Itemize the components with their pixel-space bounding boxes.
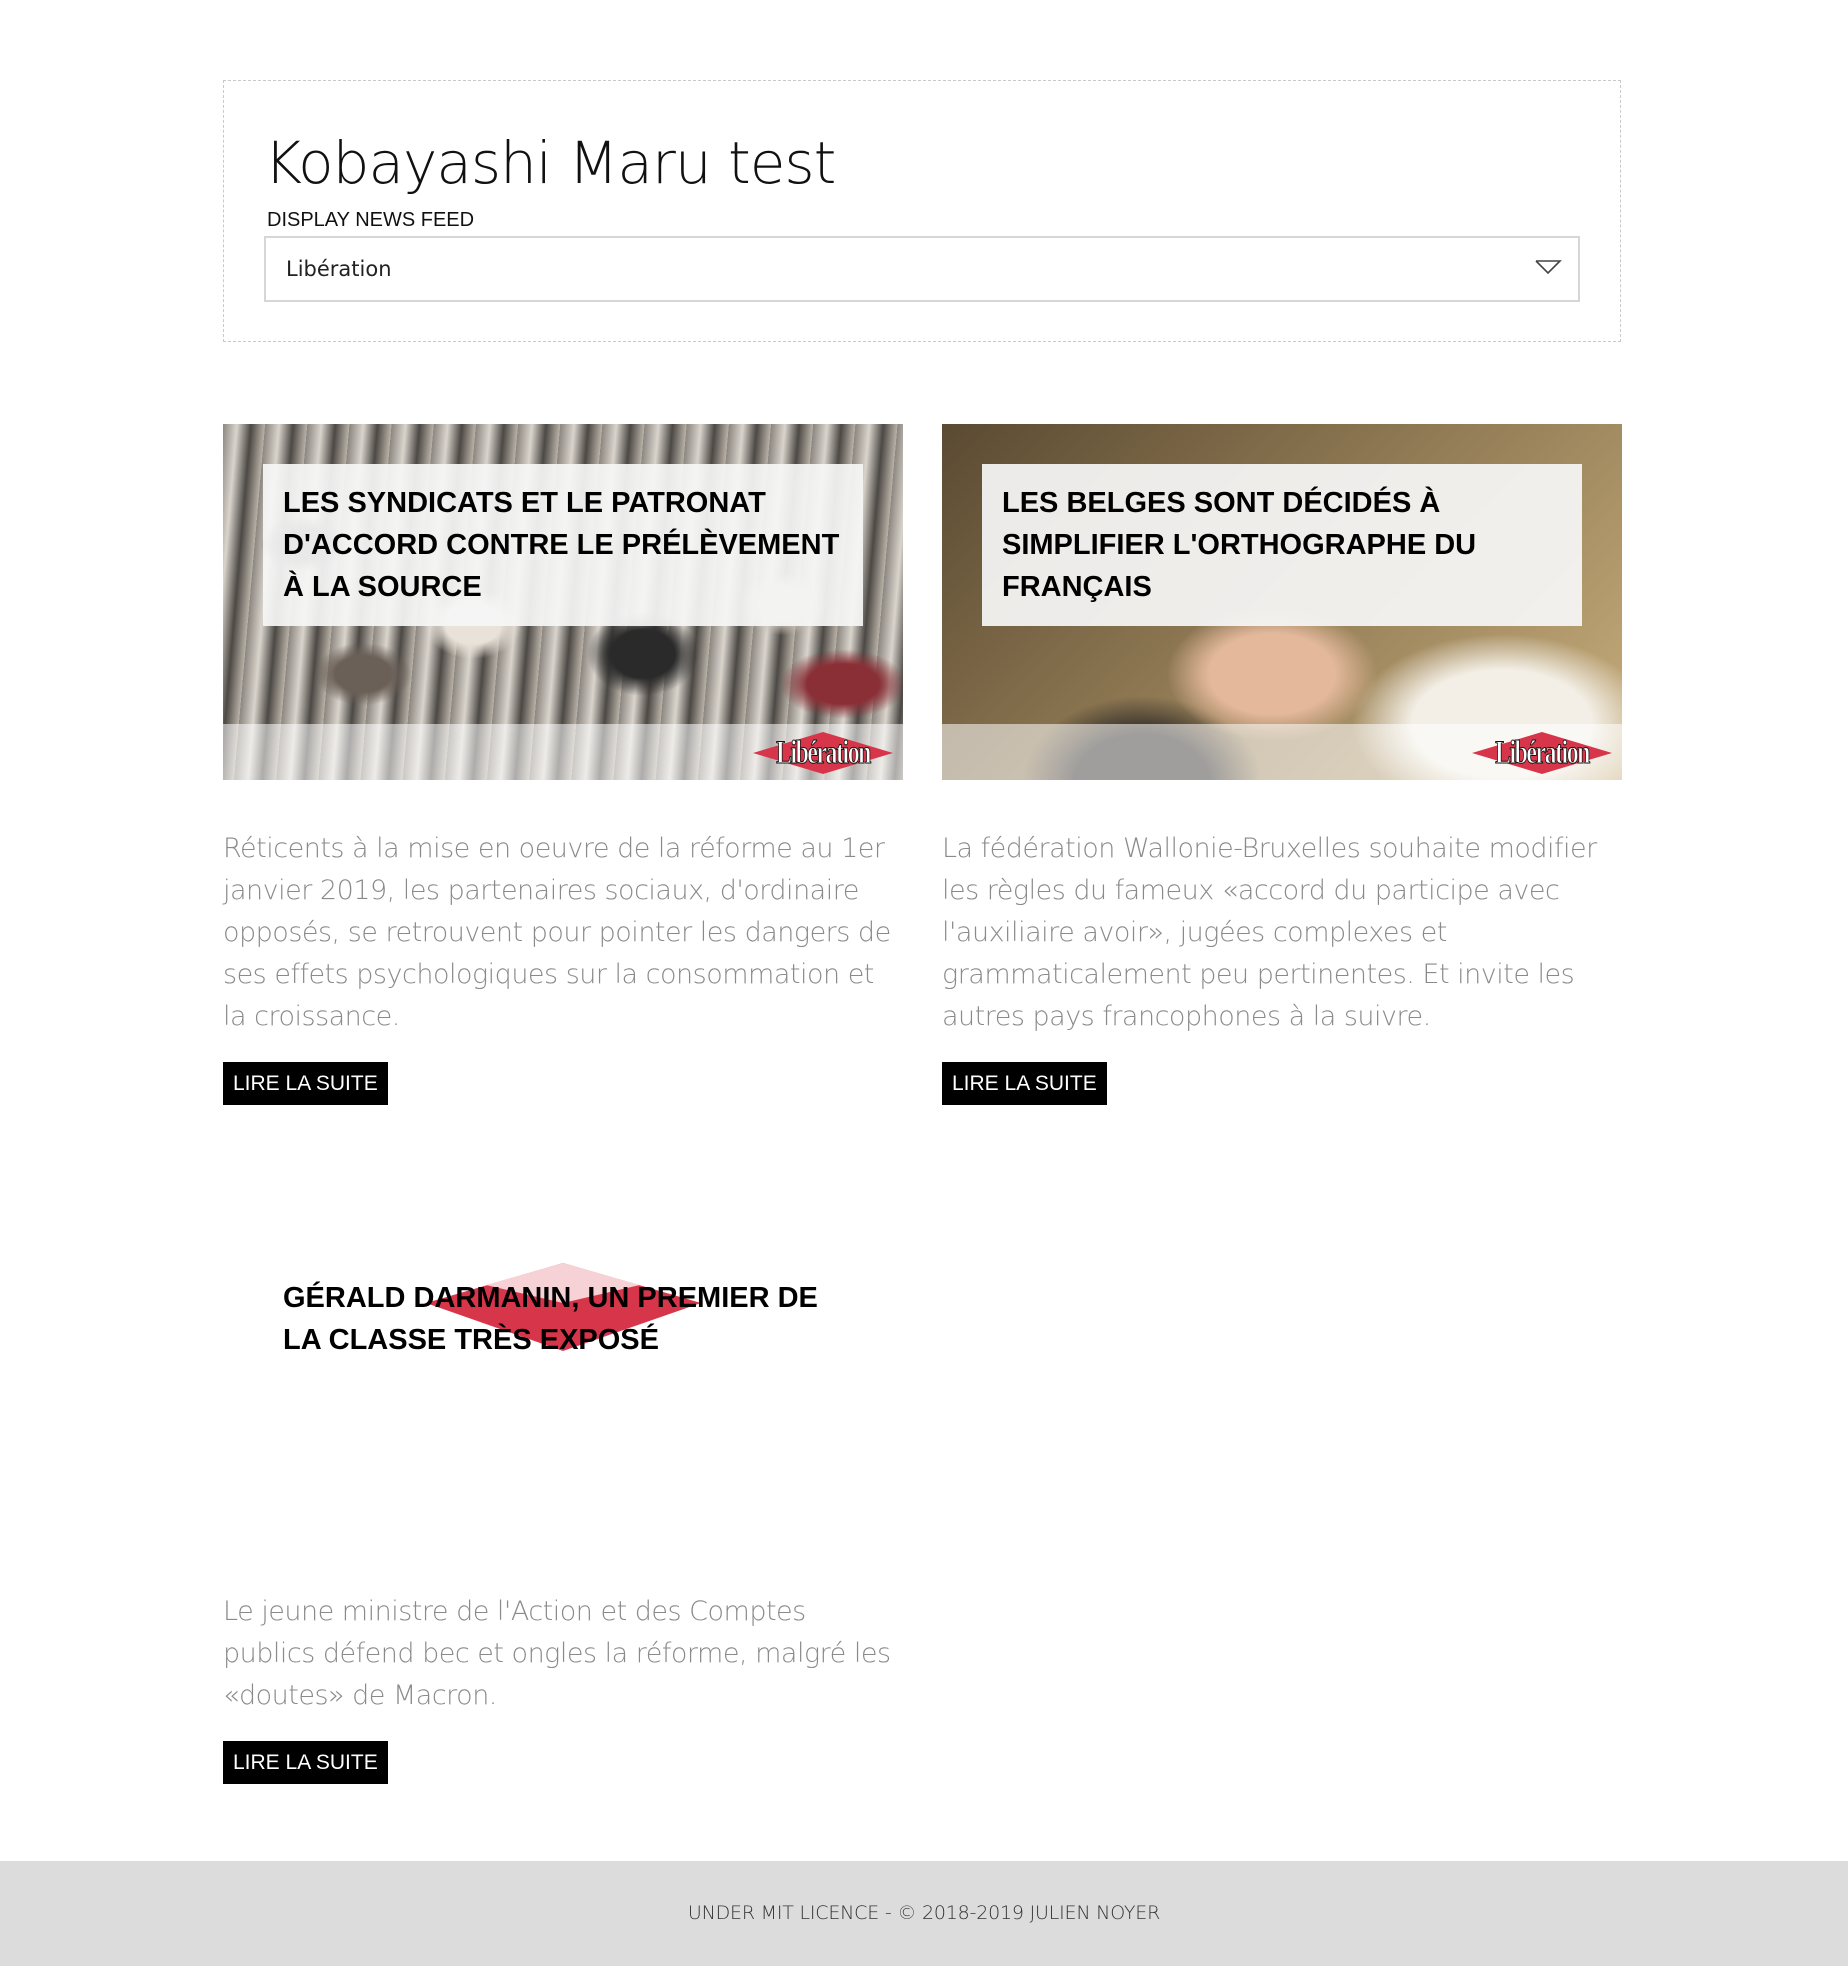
- news-feed-select-value: Libération: [286, 257, 392, 281]
- footer-license-text: UNDER MIT LICENCE - © 2018-2019 JULIEN N…: [687, 1902, 1161, 1924]
- chevron-down-icon: [1534, 258, 1562, 276]
- feed-settings-panel: Kobayashi Maru test DISPLAY NEWS FEED Li…: [223, 80, 1621, 342]
- page-title: Kobayashi Maru test: [264, 129, 836, 197]
- news-feed-select[interactable]: Libération: [264, 236, 1580, 302]
- read-more-button[interactable]: LIRE LA SUITE: [223, 1741, 388, 1784]
- article-card: LES BELGES SONT DÉCIDÉS À SIMPLIFIER L'O…: [942, 424, 1622, 1106]
- article-card: GÉRALD DARMANIN, UN PREMIER DE LA CLASSE…: [223, 1201, 903, 1785]
- article-excerpt: Le jeune ministre de l'Action et des Com…: [223, 1596, 891, 1711]
- read-more-button[interactable]: LIRE LA SUITE: [223, 1062, 388, 1105]
- article-image[interactable]: GÉRALD DARMANIN, UN PREMIER DE LA CLASSE…: [223, 1201, 903, 1557]
- article-headline: LES BELGES SONT DÉCIDÉS À SIMPLIFIER L'O…: [1002, 487, 1477, 603]
- read-more-button[interactable]: LIRE LA SUITE: [942, 1062, 1107, 1105]
- liberation-logo: Libération: [1472, 728, 1612, 778]
- article-headline-box: LES SYNDICATS ET LE PATRONAT D'ACCORD CO…: [263, 464, 863, 626]
- article-excerpt: Réticents à la mise en oeuvre de la réfo…: [223, 833, 891, 1032]
- article-headline-box: LES BELGES SONT DÉCIDÉS À SIMPLIFIER L'O…: [982, 464, 1582, 626]
- footer: UNDER MIT LICENCE - © 2018-2019 JULIEN N…: [0, 1861, 1848, 1966]
- article-image[interactable]: LES BELGES SONT DÉCIDÉS À SIMPLIFIER L'O…: [942, 424, 1622, 780]
- article-card: LES SYNDICATS ET LE PATRONAT D'ACCORD CO…: [223, 424, 903, 1106]
- article-headline: GÉRALD DARMANIN, UN PREMIER DE LA CLASSE…: [283, 1282, 818, 1356]
- article-excerpt: La fédération Wallonie-Bruxelles souhait…: [942, 833, 1597, 1032]
- liberation-logo: Libération: [753, 728, 893, 778]
- article-headline-box: GÉRALD DARMANIN, UN PREMIER DE LA CLASSE…: [263, 1259, 863, 1379]
- feed-select-label: DISPLAY NEWS FEED: [267, 209, 475, 231]
- article-image[interactable]: LES SYNDICATS ET LE PATRONAT D'ACCORD CO…: [223, 424, 903, 780]
- article-headline: LES SYNDICATS ET LE PATRONAT D'ACCORD CO…: [283, 487, 840, 603]
